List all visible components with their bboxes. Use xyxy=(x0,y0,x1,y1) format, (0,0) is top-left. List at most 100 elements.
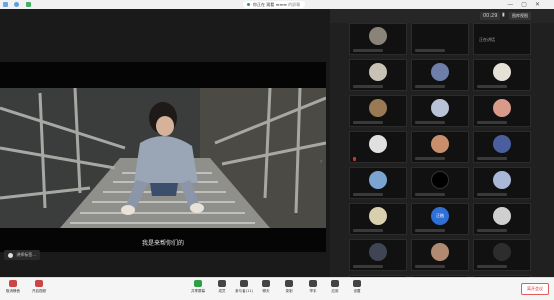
participant-name-redacted xyxy=(415,121,445,124)
participant-name-redacted xyxy=(353,265,383,268)
participant-tile[interactable] xyxy=(411,59,469,91)
speaker-name: 讲师标签... xyxy=(16,252,37,257)
participant-tile[interactable] xyxy=(349,95,407,127)
participant-avatar xyxy=(369,135,387,153)
shared-screen-area: 我是来帮你们的 › 讲师标签... xyxy=(0,9,330,277)
participant-tile[interactable] xyxy=(349,131,407,163)
muted-mic-icon xyxy=(353,157,356,161)
participant-name-redacted xyxy=(353,229,383,232)
participant-tile[interactable] xyxy=(473,59,531,91)
participant-name-redacted xyxy=(477,193,507,196)
participant-name-redacted xyxy=(415,49,445,52)
collapse-panel-chevron-icon[interactable]: › xyxy=(320,158,326,166)
unmute-label: 取消静音 xyxy=(6,289,20,293)
participant-tile[interactable] xyxy=(349,203,407,235)
participant-avatar xyxy=(369,243,387,261)
participant-tile[interactable]: 正楷 xyxy=(411,203,469,235)
participant-tile[interactable] xyxy=(473,95,531,127)
participant-tile[interactable] xyxy=(411,23,469,55)
participant-name-redacted xyxy=(477,157,507,160)
viewing-owner: ▬▬▬ 的屏幕 xyxy=(275,2,301,7)
participant-tile[interactable] xyxy=(349,167,407,199)
participant-avatar xyxy=(493,243,511,261)
participant-tiles: 正在讲话 正楷 xyxy=(349,23,531,300)
participant-tile[interactable] xyxy=(411,95,469,127)
participant-name-redacted xyxy=(353,121,383,124)
participant-avatar xyxy=(431,63,449,81)
video-still xyxy=(0,88,326,228)
participant-avatar xyxy=(369,171,387,189)
participant-avatar xyxy=(369,99,387,117)
app-icon xyxy=(3,2,8,7)
participant-name-redacted xyxy=(353,193,383,196)
participant-name-redacted xyxy=(415,85,445,88)
participant-tile[interactable] xyxy=(411,167,469,199)
video-off-icon xyxy=(35,280,43,287)
meeting-timer: 00:29 xyxy=(480,12,501,20)
participant-tile[interactable] xyxy=(411,239,469,271)
title-bar: 你正在 观看 ▬▬▬ 的屏幕 —▢✕ xyxy=(0,0,554,9)
start-video-button[interactable]: 开启视频 xyxy=(26,280,52,294)
participant-avatar xyxy=(369,207,387,225)
participant-tile[interactable] xyxy=(473,203,531,235)
share-screen-button[interactable]: 共享屏幕 xyxy=(185,280,211,294)
settings-label: 设置 xyxy=(353,289,361,293)
participant-avatar xyxy=(431,99,449,117)
gallery-header: 00:29 ▮ 图库视图 xyxy=(330,9,554,23)
viewing-text: 你正在 观看 xyxy=(253,2,275,7)
participant-avatar xyxy=(431,135,449,153)
participant-avatar xyxy=(369,63,387,81)
participant-avatar xyxy=(493,99,511,117)
start-video-label: 开启视频 xyxy=(32,289,46,293)
record-button[interactable]: 录制 xyxy=(276,280,302,294)
chat-icon xyxy=(262,280,270,287)
participant-tile[interactable]: 正在讲话 xyxy=(473,23,531,55)
participant-name-redacted xyxy=(353,85,383,88)
participant-avatar xyxy=(493,63,511,81)
signal-bars-icon[interactable] xyxy=(26,2,31,7)
share-screen-label: 共享屏幕 xyxy=(191,289,205,293)
video-frame[interactable] xyxy=(0,88,326,228)
screen-share-indicator[interactable]: 你正在 观看 ▬▬▬ 的屏幕 xyxy=(243,1,306,8)
window-controls[interactable]: —▢✕ xyxy=(507,1,548,8)
muted-mic-icon xyxy=(9,280,17,287)
participants-icon xyxy=(240,280,248,287)
gallery-view-button[interactable]: 图库视图 xyxy=(509,12,531,20)
participant-name-redacted xyxy=(477,229,507,232)
participant-name-redacted xyxy=(477,121,507,124)
members-icon xyxy=(218,280,226,287)
speaker-avatar xyxy=(8,252,13,258)
meeting-toolbar: 取消静音 开启视频 共享屏幕 成员 参与者(11) 聊天 录制 举手 应用 设置… xyxy=(0,277,554,300)
settings-button[interactable]: 设置 xyxy=(344,280,370,294)
share-screen-icon xyxy=(194,280,202,287)
video-letterbox-top xyxy=(0,62,326,88)
initials-avatar: 正楷 xyxy=(431,207,449,225)
participant-name-redacted xyxy=(415,229,445,232)
hand-icon xyxy=(309,280,317,287)
participant-tile[interactable] xyxy=(349,59,407,91)
unmute-button[interactable]: 取消静音 xyxy=(0,280,26,294)
participant-name-redacted xyxy=(353,49,383,52)
active-speaker-tag[interactable]: 讲师标签... xyxy=(4,250,41,260)
participant-name-redacted xyxy=(415,265,445,268)
video-caption: 我是来帮你们的 xyxy=(141,240,184,247)
record-icon xyxy=(285,280,293,287)
participant-name-redacted xyxy=(415,157,445,160)
participant-tile[interactable] xyxy=(349,23,407,55)
leave-meeting-button[interactable]: 离开会议 xyxy=(521,283,549,295)
participant-name-redacted xyxy=(477,265,507,268)
participant-tile[interactable] xyxy=(411,131,469,163)
security-shield-icon[interactable] xyxy=(14,2,19,7)
participant-tile[interactable] xyxy=(349,239,407,271)
participant-avatar xyxy=(369,27,387,45)
participant-tile[interactable] xyxy=(473,131,531,163)
participant-gallery: 00:29 ▮ 图库视图 正在讲话 正楷 xyxy=(330,9,554,300)
speaking-label: 正在讲话 xyxy=(479,37,495,42)
participant-avatar xyxy=(493,135,511,153)
participant-avatar xyxy=(431,243,449,261)
participant-name-redacted xyxy=(415,193,445,196)
network-signal-icon[interactable]: ▮ xyxy=(502,12,505,18)
record-label: 录制 xyxy=(285,289,293,293)
participant-tile[interactable] xyxy=(473,239,531,271)
participant-tile[interactable] xyxy=(473,167,531,199)
